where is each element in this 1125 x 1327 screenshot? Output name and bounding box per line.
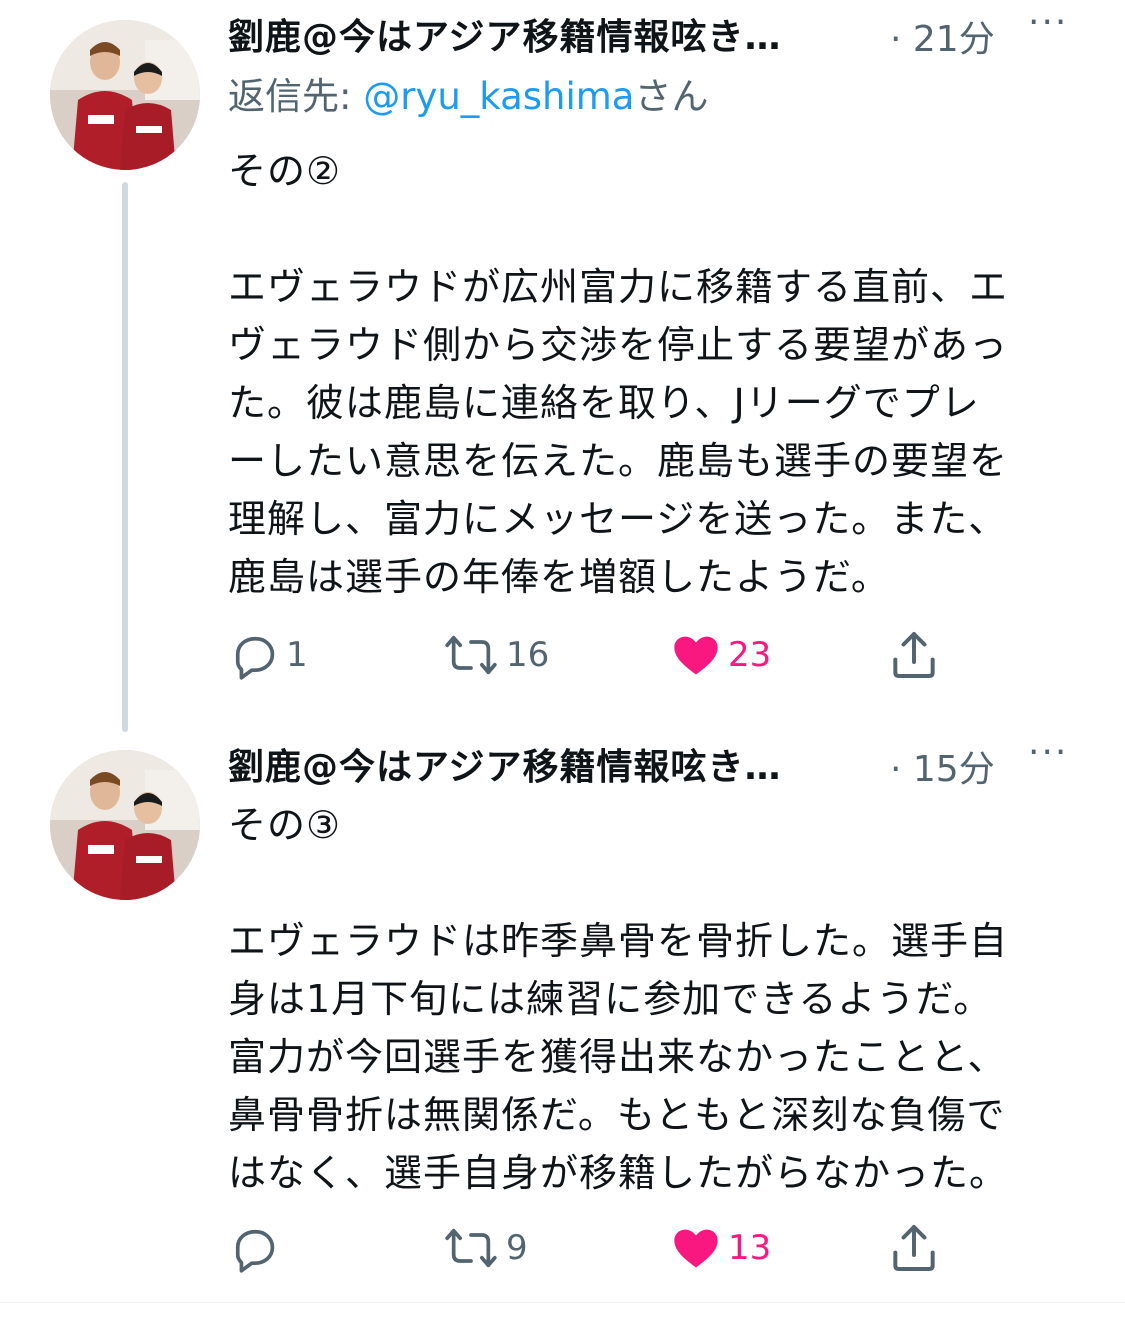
timestamp[interactable]: · 15分 xyxy=(890,740,995,792)
reply-handle-link[interactable]: @ryu_kashima xyxy=(363,75,634,118)
like-count: 23 xyxy=(728,635,772,675)
avatar[interactable] xyxy=(50,750,200,900)
retweet-count: 9 xyxy=(506,1228,528,1268)
tweet-text: その② エヴェラウドが広州富力に移籍する直前、エ ヴェラウド側から交渉を停止する… xyxy=(228,149,1009,599)
retweet-icon xyxy=(445,1228,497,1268)
retweet-button[interactable]: 9 xyxy=(442,1218,528,1278)
tweet-text: その③ エヴェラウドは昨季鼻骨を骨折した。選手自 身は1月下旬には練習に参加でき… xyxy=(228,803,1009,1195)
like-count: 13 xyxy=(728,1228,772,1268)
like-button[interactable]: 13 xyxy=(670,1218,771,1278)
avatar-photo xyxy=(50,750,200,900)
reply-icon xyxy=(235,1229,275,1273)
reply-icon xyxy=(235,636,275,680)
share-icon xyxy=(893,632,935,678)
tweet-1[interactable]: 劉鹿@今はアジア移籍情報呟き… · 21分 ··· 返信先: @ryu_kash… xyxy=(0,0,1125,732)
tweet-header: 劉鹿@今はアジア移籍情報呟き… · 15分 ··· xyxy=(228,730,1078,790)
avatar-photo xyxy=(50,20,200,170)
tweet-2[interactable]: 劉鹿@今はアジア移籍情報呟き… · 15分 ··· その③ エヴェラウドは昨季鼻… xyxy=(0,730,1125,1302)
share-button[interactable] xyxy=(886,625,942,685)
author-name[interactable]: 劉鹿@今はアジア移籍情報呟き… xyxy=(228,8,782,60)
reply-button[interactable] xyxy=(228,1218,286,1278)
like-icon xyxy=(674,636,718,675)
more-icon[interactable]: ··· xyxy=(1028,732,1068,773)
more-icon[interactable]: ··· xyxy=(1028,2,1068,43)
thread-line xyxy=(122,182,128,732)
retweet-count: 16 xyxy=(506,635,550,675)
divider xyxy=(0,1302,1125,1303)
reply-button[interactable]: 1 xyxy=(228,625,308,685)
share-icon xyxy=(893,1225,935,1271)
tweet-header: 劉鹿@今はアジア移籍情報呟き… · 21分 ··· xyxy=(228,0,1078,60)
share-button[interactable] xyxy=(886,1218,942,1278)
retweet-button[interactable]: 16 xyxy=(442,625,549,685)
author-name[interactable]: 劉鹿@今はアジア移籍情報呟き… xyxy=(228,738,782,790)
avatar[interactable] xyxy=(50,20,200,170)
tweet-actions: 9 13 xyxy=(228,1218,988,1278)
retweet-icon xyxy=(445,635,497,675)
reply-count: 1 xyxy=(286,635,308,675)
like-button[interactable]: 23 xyxy=(670,625,771,685)
tweet-actions: 1 16 23 xyxy=(228,625,988,685)
timestamp[interactable]: · 21分 xyxy=(890,10,995,62)
like-icon xyxy=(674,1229,718,1268)
reply-to: 返信先: @ryu_kashimaさん xyxy=(228,68,1078,126)
reply-suffix: さん xyxy=(634,75,709,118)
reply-prefix: 返信先: xyxy=(228,75,364,118)
